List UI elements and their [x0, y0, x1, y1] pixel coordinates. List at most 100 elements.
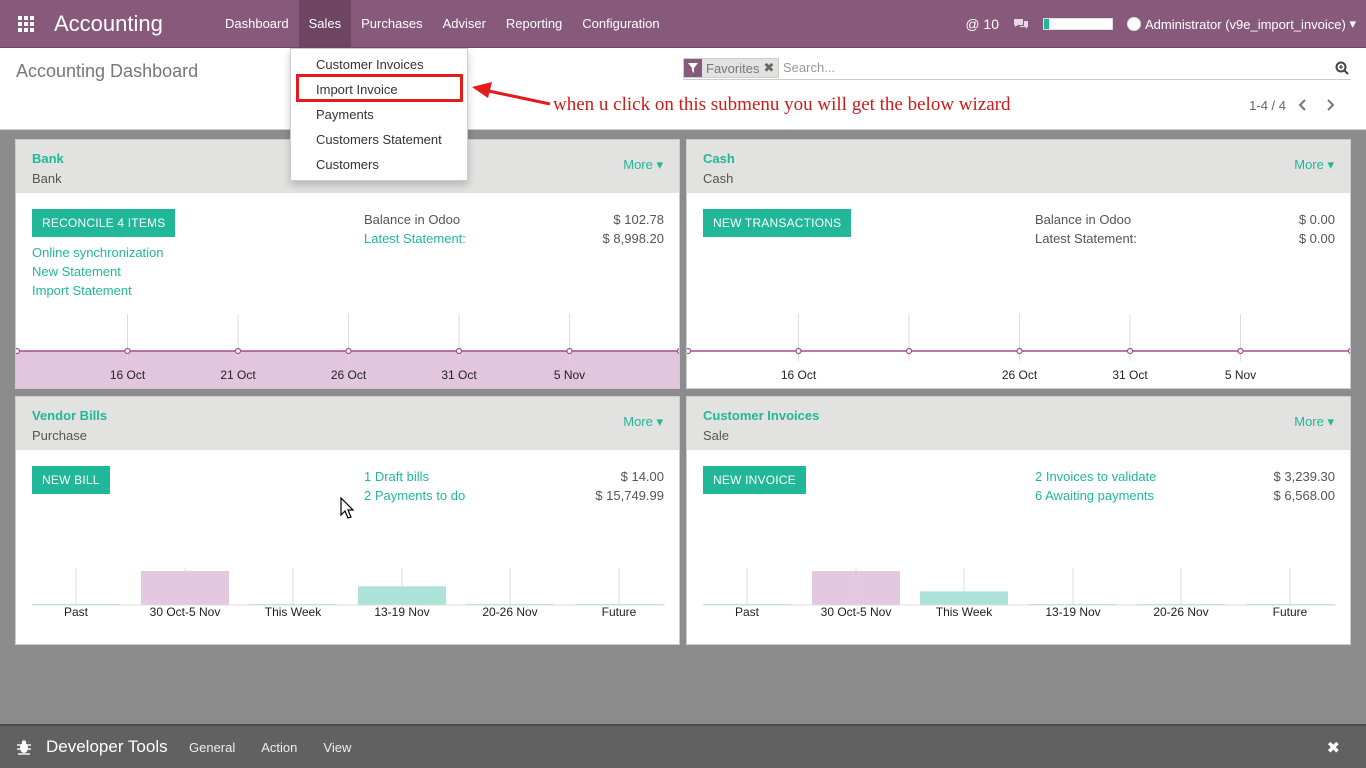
dropdown-item-customers[interactable]: Customers — [291, 155, 467, 180]
avatar — [1127, 17, 1141, 31]
pager-value: 1-4 / 4 — [1249, 98, 1286, 113]
mentions-counter[interactable]: @ 10 — [965, 16, 999, 32]
customer-invoices-bar-chart: Past 30 Oct-5 Nov This Week 13-19 Nov 20-26 … — [703, 568, 1336, 619]
x-tick-label: Future — [1273, 605, 1308, 619]
x-tick-label: 26 Oct — [331, 368, 367, 382]
card-body: NEW BILL 1 Draft bills $ 14.00 2 Payments… — [16, 450, 679, 644]
menu-configuration[interactable]: Configuration — [572, 0, 669, 48]
more-dropdown[interactable]: More — [1294, 414, 1334, 430]
menu-sales[interactable]: Sales — [298, 0, 352, 48]
sales-dropdown-menu: Customer Invoices Import Invoice Payment… — [290, 48, 468, 181]
card-body: RECONCILE 4 ITEMS Online synchronization… — [16, 193, 679, 388]
card-body: NEW TRANSACTIONS Balance in Odoo $ 0.00 L… — [687, 193, 1350, 388]
menu-purchases[interactable]: Purchases — [351, 0, 432, 48]
bug-icon — [17, 740, 31, 755]
chevron-down-icon: ▾ — [1345, 16, 1356, 31]
x-tick-label: 13-19 Nov — [1045, 605, 1100, 619]
search-icon[interactable] — [1335, 61, 1349, 75]
developer-tools-bar: Developer Tools General Action View ✖ — [0, 724, 1366, 768]
card-subtitle: Purchase — [32, 428, 87, 443]
devtools-title: Developer Tools — [46, 737, 168, 756]
data-point — [455, 347, 463, 355]
facet-label: Favorites — [706, 60, 760, 76]
data-point — [1016, 347, 1023, 355]
card-title[interactable]: Customer Invoices — [703, 408, 1334, 423]
main-menu: Dashboard Sales Purchases Adviser Report… — [215, 0, 670, 48]
bar — [358, 586, 446, 605]
user-menu[interactable]: Administrator (v9e_import_invoice) ▾ — [1127, 16, 1356, 32]
top-navbar: Accounting Dashboard Sales Purchases Adv… — [0, 0, 1366, 48]
mouse-cursor-icon — [340, 497, 354, 519]
chat-icon[interactable] — [1013, 18, 1029, 30]
menu-adviser[interactable]: Adviser — [433, 0, 496, 48]
x-tick-label: 20-26 Nov — [482, 605, 537, 619]
x-tick-label: Future — [602, 605, 637, 619]
card-header: Vendor Bills Purchase More — [16, 397, 679, 450]
app-brand: Accounting — [54, 10, 163, 36]
bar — [812, 571, 900, 605]
more-dropdown[interactable]: More — [623, 157, 663, 173]
more-dropdown[interactable]: More — [623, 414, 663, 430]
data-point — [795, 347, 802, 355]
annotation-text: when u click on this submenu you will ge… — [553, 94, 1011, 115]
x-tick-label: 20-26 Nov — [1153, 605, 1208, 619]
data-point — [687, 347, 692, 355]
data-point — [566, 347, 573, 355]
control-panel: Accounting Dashboard Favorites ✖ 1-4 / 4 — [0, 48, 1366, 130]
data-point — [676, 348, 679, 354]
x-tick-label: 16 Oct — [110, 368, 146, 382]
chevron-left-icon[interactable] — [1297, 99, 1309, 111]
filter-icon — [684, 59, 702, 77]
chevron-right-icon[interactable] — [1324, 99, 1336, 111]
search-facet[interactable]: Favorites ✖ — [683, 58, 780, 78]
cash-journal-card: Cash Cash More NEW TRANSACTIONS Balance … — [686, 139, 1351, 389]
card-title[interactable]: Cash — [703, 151, 1334, 166]
devtools-menu-action[interactable]: Action — [261, 740, 297, 755]
x-tick-label: 16 Oct — [781, 368, 817, 382]
devtools-menu-general[interactable]: General — [189, 740, 235, 755]
menu-dashboard[interactable]: Dashboard — [215, 0, 299, 48]
data-point — [1126, 347, 1134, 355]
close-icon[interactable]: ✖ — [763, 59, 778, 77]
annotation-arrow-icon — [472, 82, 551, 106]
more-dropdown[interactable]: More — [1294, 157, 1334, 173]
navbar-systray: @ 10 Administrator (v9e_import_invoice) … — [965, 0, 1366, 48]
dropdown-item-payments[interactable]: Payments — [291, 105, 467, 130]
x-tick-label: 30 Oct-5 Nov — [150, 605, 221, 619]
x-tick-label: 30 Oct-5 Nov — [821, 605, 892, 619]
data-point — [16, 347, 21, 355]
x-tick-label: This Week — [936, 605, 993, 619]
page-title: Accounting Dashboard — [16, 61, 199, 81]
apps-grid-icon[interactable] — [0, 0, 52, 48]
card-subtitle: Sale — [703, 428, 730, 443]
close-icon[interactable]: ✖ — [1327, 738, 1340, 758]
x-tick-label: 13-19 Nov — [374, 605, 429, 619]
x-tick-label: Past — [735, 605, 760, 619]
x-tick-label: This Week — [265, 605, 322, 619]
vendor-bills-card: Vendor Bills Purchase More NEW BILL 1 Dr… — [15, 396, 680, 645]
annotation-highlight-box — [296, 74, 463, 102]
x-tick-label: 31 Oct — [1112, 368, 1148, 382]
card-header: Cash Cash More — [687, 140, 1350, 193]
x-tick-label: Past — [64, 605, 89, 619]
x-tick-label: 26 Oct — [1002, 368, 1038, 382]
devtools-menu-view[interactable]: View — [323, 740, 351, 755]
vendor-bills-bar-chart: Past 30 Oct-5 Nov This Week 13-19 Nov 20-26 … — [32, 568, 665, 619]
data-point — [124, 347, 131, 355]
data-point — [234, 347, 242, 355]
customer-invoices-card: Customer Invoices Sale More NEW INVOICE … — [686, 396, 1351, 645]
x-tick-label: 31 Oct — [441, 368, 477, 382]
bar — [920, 591, 1008, 605]
card-body: NEW INVOICE 2 Invoices to validate $ 3,23… — [687, 450, 1350, 644]
search-bar: Favorites ✖ — [683, 58, 1351, 80]
progress-bar — [1043, 18, 1113, 30]
x-tick-label: 5 Nov — [554, 368, 585, 382]
data-point — [1237, 347, 1244, 355]
user-name: Administrator (v9e_import_invoice) — [1145, 16, 1346, 32]
search-input[interactable] — [783, 60, 1323, 75]
card-title[interactable]: Vendor Bills — [32, 408, 663, 423]
dropdown-item-customers-statement[interactable]: Customers Statement — [291, 130, 467, 155]
menu-reporting[interactable]: Reporting — [496, 0, 572, 48]
card-subtitle: Cash — [703, 171, 734, 186]
data-point — [905, 347, 913, 355]
